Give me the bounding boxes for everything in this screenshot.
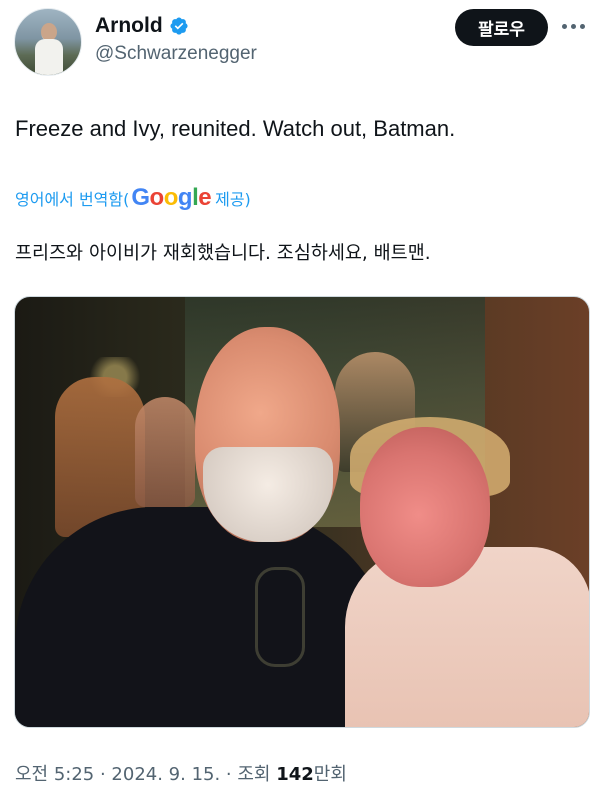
view-unit: 만 — [313, 764, 331, 785]
photo-woman-head — [360, 427, 490, 587]
more-dot — [562, 23, 567, 29]
tweet-text: Freeze and Ivy, reunited. Watch out, Bat… — [15, 116, 456, 141]
user-handle[interactable]: @Schwarzenegger — [95, 43, 257, 65]
photo-man-body — [15, 507, 395, 727]
display-name[interactable]: Arnold — [95, 14, 163, 38]
more-dot — [571, 23, 576, 29]
view-suffix: 회 — [330, 764, 347, 785]
verified-badge-icon — [170, 17, 188, 35]
photo-background-person — [135, 397, 195, 507]
google-logo: Google — [131, 184, 212, 211]
avatar-body — [35, 39, 63, 75]
photo-glasses — [255, 567, 305, 667]
view-count: 142 — [276, 764, 314, 785]
profile-avatar[interactable] — [14, 8, 82, 76]
more-options-icon[interactable] — [562, 18, 590, 34]
tweet-photo[interactable] — [14, 296, 590, 728]
tweet-meta: 오전 5:25 · 2024. 9. 15. · 조회 142만회 — [15, 760, 347, 786]
translated-text: 프리즈와 아이비가 재회했습니다. 조심하세요, 배트맨. — [15, 243, 431, 264]
photo-woman-sweater — [345, 547, 589, 727]
translate-prefix: 영어에서 번역함( — [15, 190, 130, 209]
more-dot — [580, 23, 585, 29]
timestamp-date[interactable]: 오전 5:25 · 2024. 9. 15. · 조회 — [15, 764, 276, 785]
tweet-header: Arnold @Schwarzenegger 팔로우 — [0, 0, 604, 90]
translate-suffix: 제공) — [215, 190, 251, 209]
follow-button[interactable]: 팔로우 — [455, 9, 548, 46]
name-row[interactable]: Arnold — [95, 14, 189, 38]
translation-attribution[interactable]: 영어에서 번역함( Google 제공) — [15, 184, 251, 212]
